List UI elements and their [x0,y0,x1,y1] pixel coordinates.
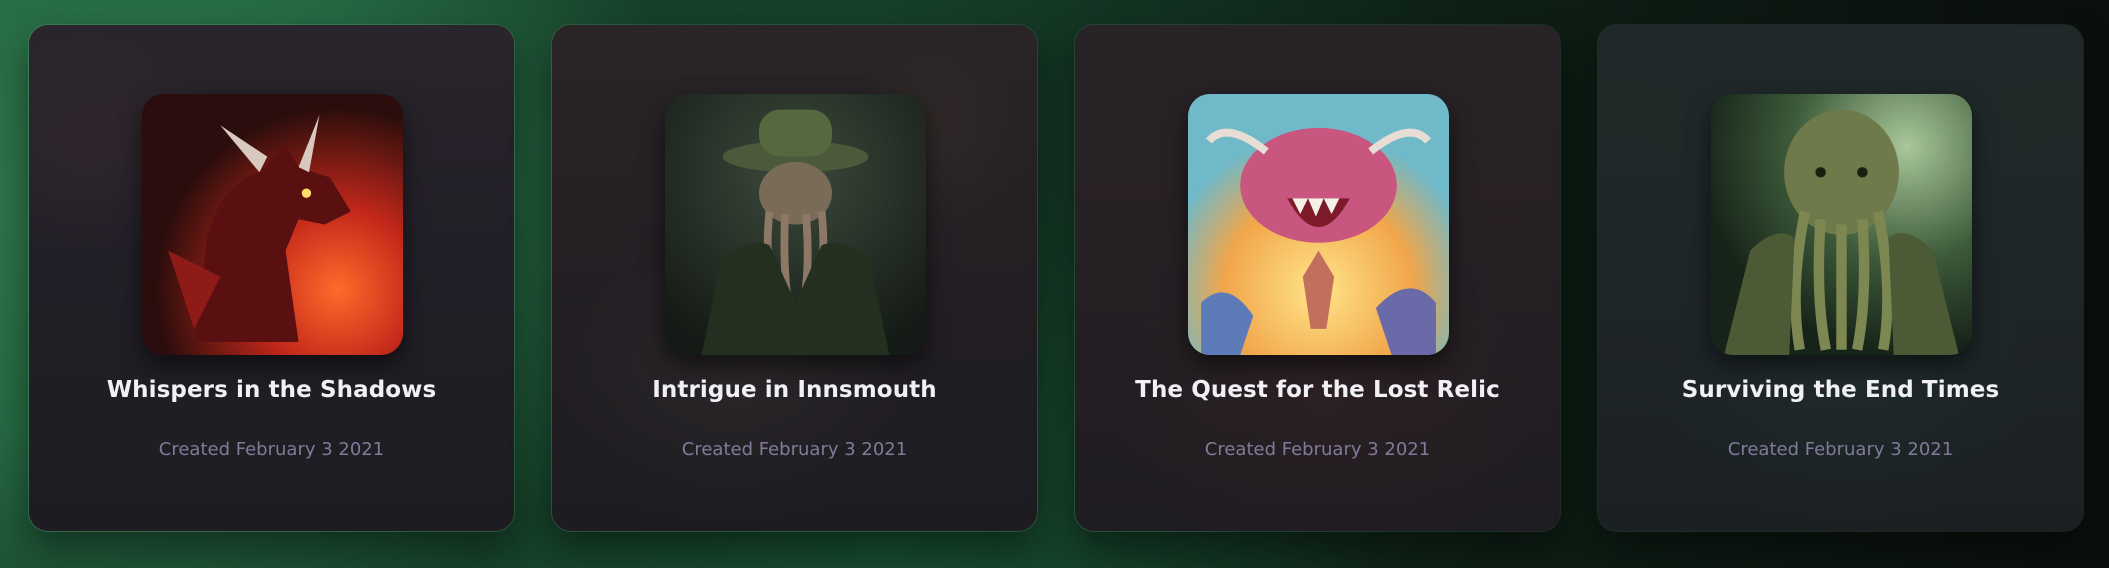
campaign-card[interactable]: The Quest for the Lost Relic Created Feb… [1074,24,1561,532]
card-title: Intrigue in Innsmouth [652,377,937,403]
card-title: Whispers in the Shadows [106,377,437,403]
pink-dragon-battle-image [1188,94,1449,355]
card-created-date: Created February 3 2021 [1204,439,1431,460]
card-created-date: Created February 3 2021 [158,439,385,460]
campaign-card[interactable]: Intrigue in Innsmouth Created February 3… [551,24,1038,532]
campaign-card-list: Whispers in the Shadows Created February… [28,24,2084,532]
campaign-card[interactable]: Surviving the End Times Created February… [1597,24,2084,532]
red-dragon-image [142,94,403,355]
card-created-date: Created February 3 2021 [1727,439,1954,460]
cthulhu-image [1711,94,1972,355]
tentacled-man-image [665,94,926,355]
card-title: The Quest for the Lost Relic [1135,377,1500,403]
campaign-card[interactable]: Whispers in the Shadows Created February… [28,24,515,532]
card-title: Surviving the End Times [1681,377,2000,403]
card-created-date: Created February 3 2021 [681,439,908,460]
